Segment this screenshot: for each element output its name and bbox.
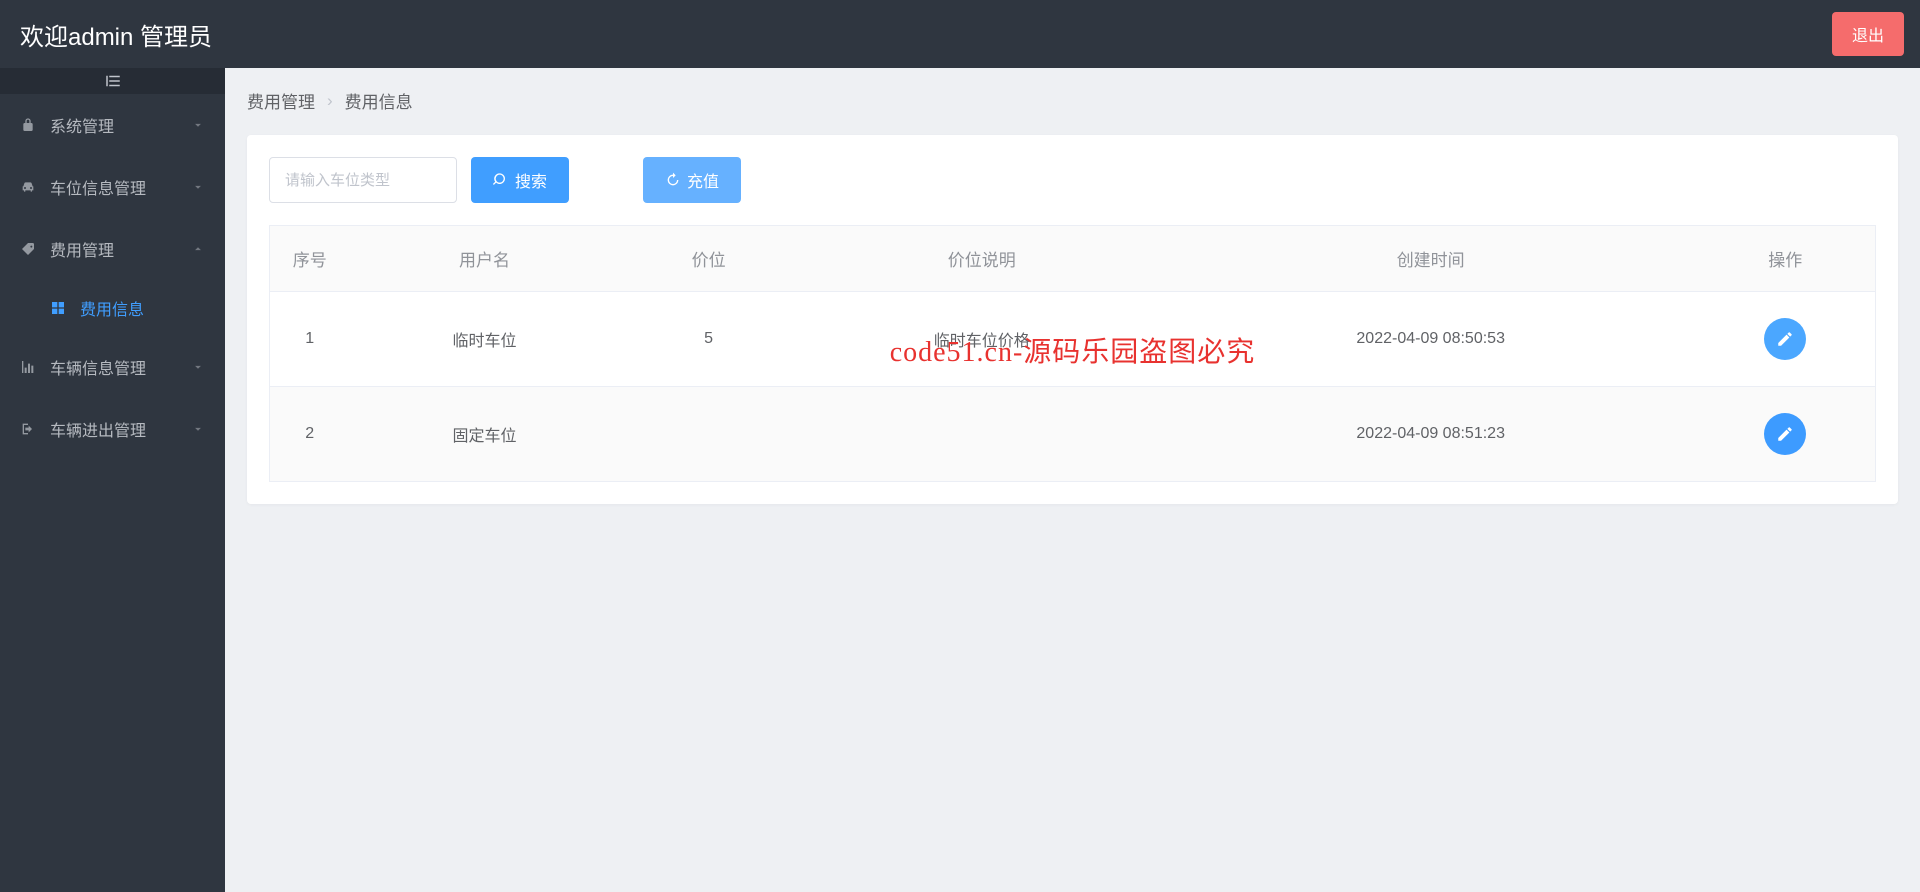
edit-icon	[1776, 330, 1794, 348]
sidebar-item-fee[interactable]: 费用管理	[0, 218, 225, 280]
cell-created: 2022-04-09 08:50:53	[1166, 292, 1696, 387]
breadcrumb: 费用管理 › 费用信息	[247, 88, 1898, 113]
cell-username: 固定车位	[350, 387, 620, 482]
table-row: 1 临时车位 5 临时车位价格 2022-04-09 08:50:53	[270, 292, 1876, 387]
tag-icon	[20, 241, 36, 257]
th-price: 价位	[620, 226, 798, 292]
chevron-down-icon	[191, 422, 205, 436]
chevron-right-icon: ›	[327, 91, 333, 111]
th-created: 创建时间	[1166, 226, 1696, 292]
exit-icon	[20, 421, 36, 437]
th-action: 操作	[1696, 226, 1876, 292]
lock-icon	[20, 117, 36, 133]
sidebar-item-label: 车辆进出管理	[50, 417, 146, 441]
main-content: 费用管理 › 费用信息 搜索 充值 序号 用户名	[225, 68, 1920, 892]
breadcrumb-parent[interactable]: 费用管理	[247, 88, 315, 113]
sidebar: 系统管理 车位信息管理 费用管理 费用信息 车辆信息管理 车辆进出管理	[0, 68, 225, 892]
cell-price	[620, 387, 798, 482]
chevron-down-icon	[191, 360, 205, 374]
cell-no: 2	[270, 387, 350, 482]
loading-icon	[665, 172, 681, 188]
grid-icon	[50, 300, 66, 316]
chevron-down-icon	[191, 118, 205, 132]
sidebar-item-parking[interactable]: 车位信息管理	[0, 156, 225, 218]
chart-icon	[20, 359, 36, 375]
edit-icon	[1776, 425, 1794, 443]
th-desc: 价位说明	[798, 226, 1166, 292]
search-button[interactable]: 搜索	[471, 157, 569, 203]
search-input[interactable]	[269, 157, 457, 203]
sidebar-item-label: 系统管理	[50, 113, 114, 137]
sidebar-item-vehicle-inout[interactable]: 车辆进出管理	[0, 398, 225, 460]
page-title: 欢迎admin 管理员	[20, 17, 212, 52]
table-row: 2 固定车位 2022-04-09 08:51:23	[270, 387, 1876, 482]
content-card: 搜索 充值 序号 用户名 价位 价位说明 创建时间 操作	[247, 135, 1898, 504]
chevron-up-icon	[191, 242, 205, 256]
cell-created: 2022-04-09 08:51:23	[1166, 387, 1696, 482]
search-icon	[493, 172, 509, 188]
sidebar-collapse-toggle[interactable]	[0, 68, 225, 94]
sidebar-item-label: 车位信息管理	[50, 175, 146, 199]
sidebar-item-vehicle-info[interactable]: 车辆信息管理	[0, 336, 225, 398]
sidebar-item-system[interactable]: 系统管理	[0, 94, 225, 156]
breadcrumb-current: 费用信息	[345, 88, 413, 113]
cell-price: 5	[620, 292, 798, 387]
cell-desc	[798, 387, 1166, 482]
cell-desc: 临时车位价格	[798, 292, 1166, 387]
cell-username: 临时车位	[350, 292, 620, 387]
th-username: 用户名	[350, 226, 620, 292]
menu-collapse-icon	[104, 72, 122, 90]
recharge-button[interactable]: 充值	[643, 157, 741, 203]
sidebar-item-label: 车辆信息管理	[50, 355, 146, 379]
car-icon	[20, 179, 36, 195]
fee-table: 序号 用户名 价位 价位说明 创建时间 操作 1 临时车位 5 临时车位价格 2	[269, 225, 1876, 482]
recharge-button-label: 充值	[687, 168, 719, 192]
th-no: 序号	[270, 226, 350, 292]
edit-button[interactable]	[1764, 318, 1806, 360]
sidebar-item-label: 费用管理	[50, 237, 114, 261]
cell-no: 1	[270, 292, 350, 387]
sidebar-subitem-fee-info[interactable]: 费用信息	[30, 280, 225, 336]
chevron-down-icon	[191, 180, 205, 194]
logout-button[interactable]: 退出	[1832, 12, 1904, 56]
edit-button[interactable]	[1764, 413, 1806, 455]
search-button-label: 搜索	[515, 168, 547, 192]
sidebar-subitem-label: 费用信息	[80, 296, 144, 320]
